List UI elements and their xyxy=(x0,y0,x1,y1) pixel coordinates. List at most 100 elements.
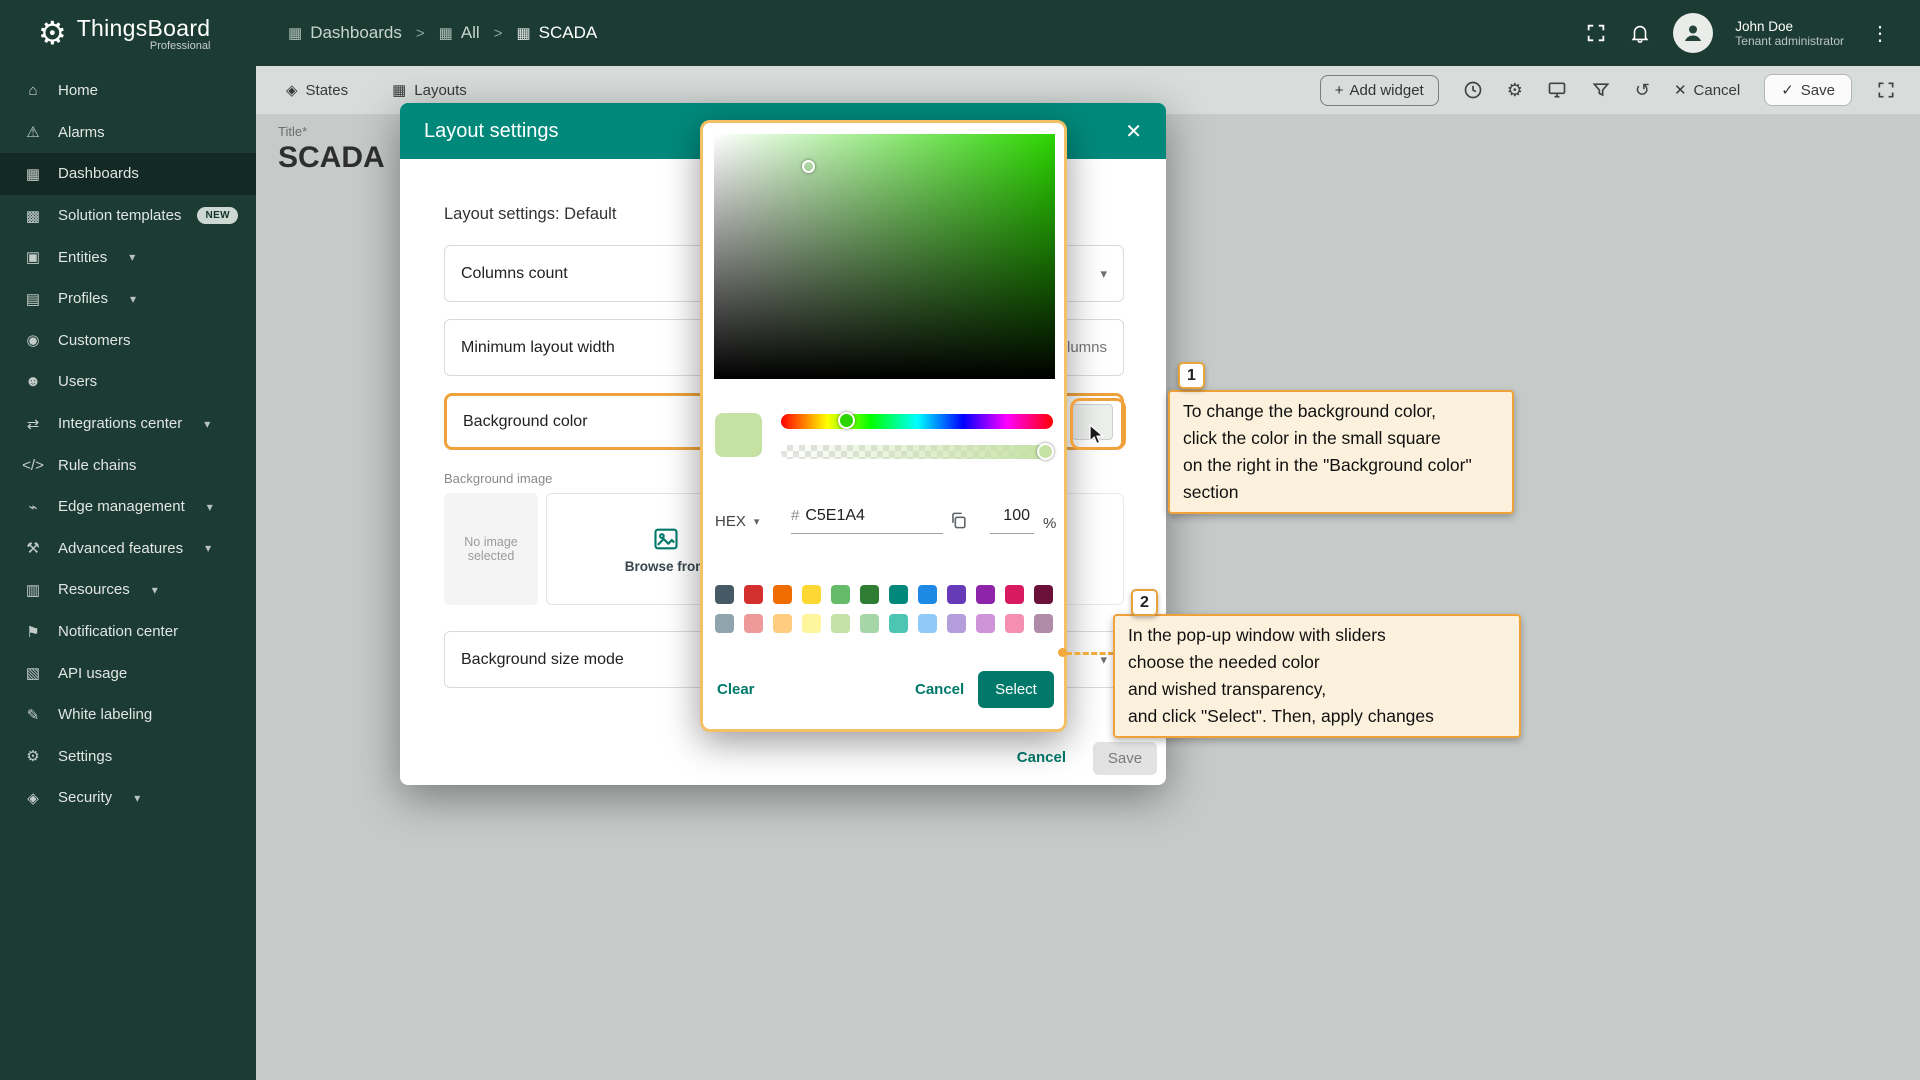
plus-icon: + xyxy=(1335,82,1344,99)
chevron-down-icon: ▾ xyxy=(130,292,136,306)
alpha-gradient xyxy=(781,445,1053,459)
hue-slider[interactable] xyxy=(781,414,1053,429)
dashboards-icon: ▦ xyxy=(22,165,44,183)
sidebar-item-white-labeling[interactable]: ✎White labeling xyxy=(0,694,256,736)
entity-aliases-monitor-icon[interactable] xyxy=(1547,80,1567,100)
step-1-callout: To change the background color, click th… xyxy=(1168,390,1514,514)
sidebar-item-notification-center[interactable]: ⚑Notification center xyxy=(0,611,256,653)
swatch-row-1 xyxy=(715,585,1053,604)
toolbar-fullscreen-icon[interactable] xyxy=(1876,80,1896,100)
dashed-connector xyxy=(1066,652,1114,655)
user-avatar[interactable] xyxy=(1673,13,1713,53)
color-swatch[interactable] xyxy=(860,585,879,604)
picker-select-button[interactable]: Select xyxy=(978,671,1054,708)
filters-icon[interactable] xyxy=(1591,80,1611,100)
dashboard-settings-gear-icon[interactable]: ⚙ xyxy=(1507,80,1523,101)
color-picker-popup: HEX ▾ # % xyxy=(700,120,1067,732)
dashboards-icon: ▦ xyxy=(288,24,302,42)
color-swatch[interactable] xyxy=(976,585,995,604)
sidebar-item-advanced-features[interactable]: ⚒Advanced features▾ xyxy=(0,528,256,570)
color-swatch[interactable] xyxy=(831,614,850,633)
color-swatch[interactable] xyxy=(889,585,908,604)
breadcrumb-scada[interactable]: ▦ SCADA xyxy=(516,23,597,43)
sidebar-item-entities[interactable]: ▣Entities▾ xyxy=(0,236,256,278)
color-swatch[interactable] xyxy=(744,585,763,604)
alpha-slider-handle[interactable] xyxy=(1037,443,1054,460)
sidebar-item-api-usage[interactable]: ▧API usage xyxy=(0,652,256,694)
sidebar-item-home[interactable]: ⌂Home xyxy=(0,70,256,112)
breadcrumb-dashboards[interactable]: ▦ Dashboards xyxy=(288,23,402,43)
sidebar-item-users[interactable]: ☻Users xyxy=(0,361,256,403)
copy-icon[interactable] xyxy=(949,511,968,533)
hex-format-dropdown[interactable]: HEX ▾ xyxy=(715,513,759,530)
color-swatch[interactable] xyxy=(831,585,850,604)
sidebar-item-security[interactable]: ◈Security▾ xyxy=(0,777,256,819)
toolbar-cancel-button[interactable]: ✕Cancel xyxy=(1674,81,1740,99)
color-swatch[interactable] xyxy=(802,585,821,604)
color-swatch[interactable] xyxy=(744,614,763,633)
entities-icon: ▣ xyxy=(22,248,44,266)
breadcrumb-all[interactable]: ▦ All xyxy=(439,23,480,43)
sidebar-item-solution-templates[interactable]: ▩Solution templatesNEW xyxy=(0,195,256,237)
color-swatch[interactable] xyxy=(773,585,792,604)
dialog-save-button[interactable]: Save xyxy=(1093,742,1157,775)
picker-cancel-button[interactable]: Cancel xyxy=(915,681,964,698)
color-swatch[interactable] xyxy=(860,614,879,633)
profiles-icon: ▤ xyxy=(22,290,44,308)
sidebar-item-resources[interactable]: ▥Resources▾ xyxy=(0,569,256,611)
close-icon[interactable]: ✕ xyxy=(1125,119,1142,144)
hex-input[interactable] xyxy=(805,507,915,525)
timewindow-clock-icon[interactable] xyxy=(1463,80,1483,100)
topbar-right: John Doe Tenant administrator ⋮ xyxy=(1585,13,1920,53)
color-swatch[interactable] xyxy=(715,614,734,633)
user-role: Tenant administrator xyxy=(1735,34,1844,48)
notifications-bell-icon[interactable] xyxy=(1629,22,1651,44)
color-swatch[interactable] xyxy=(947,585,966,604)
color-swatch[interactable] xyxy=(947,614,966,633)
background-image-label: Background image xyxy=(444,471,552,486)
sidebar-item-profiles[interactable]: ▤Profiles▾ xyxy=(0,278,256,320)
sidebar-item-rule-chains[interactable]: </>Rule chains xyxy=(0,444,256,486)
color-swatch[interactable] xyxy=(802,614,821,633)
color-swatch[interactable] xyxy=(773,614,792,633)
saturation-area[interactable] xyxy=(714,134,1055,379)
add-widget-button[interactable]: +Add widget xyxy=(1320,75,1439,106)
sidebar-item-settings[interactable]: ⚙Settings xyxy=(0,736,256,778)
color-swatch[interactable] xyxy=(918,614,937,633)
hue-slider-handle[interactable] xyxy=(838,412,855,429)
new-badge: NEW xyxy=(197,207,238,224)
color-swatch[interactable] xyxy=(1034,585,1053,604)
states-button[interactable]: ◈States xyxy=(286,81,348,99)
sidebar-item-customers[interactable]: ◉Customers xyxy=(0,320,256,362)
customers-icon: ◉ xyxy=(22,331,44,349)
step-2-badge: 2 xyxy=(1131,589,1158,616)
sidebar-item-integrations-center[interactable]: ⇄Integrations center▾ xyxy=(0,403,256,445)
sidebar-item-alarms[interactable]: ⚠Alarms xyxy=(0,112,256,154)
color-swatch[interactable] xyxy=(715,585,734,604)
color-swatch[interactable] xyxy=(1005,614,1024,633)
color-swatch[interactable] xyxy=(976,614,995,633)
alpha-input[interactable] xyxy=(990,507,1030,525)
chevron-down-icon: ▾ xyxy=(205,541,211,555)
dialog-cancel-button[interactable]: Cancel xyxy=(1017,749,1066,766)
sidebar-item-edge-management[interactable]: ⌁Edge management▾ xyxy=(0,486,256,528)
version-history-icon[interactable]: ↺ xyxy=(1635,80,1650,101)
layouts-button[interactable]: ▦Layouts xyxy=(392,81,467,99)
color-swatch[interactable] xyxy=(889,614,908,633)
color-swatch[interactable] xyxy=(918,585,937,604)
logo-text: ThingsBoard Professional xyxy=(77,15,211,52)
toolbar-save-button[interactable]: ✓Save xyxy=(1764,74,1852,106)
sidebar-item-dashboards[interactable]: ▦Dashboards xyxy=(0,153,256,195)
breadcrumb-label: SCADA xyxy=(539,23,598,43)
color-swatch[interactable] xyxy=(1034,614,1053,633)
kebab-menu-icon[interactable]: ⋮ xyxy=(1866,21,1894,46)
selected-color-preview xyxy=(715,413,762,457)
picker-clear-button[interactable]: Clear xyxy=(717,681,755,698)
alpha-slider[interactable] xyxy=(781,445,1053,459)
users-icon: ☻ xyxy=(22,373,44,390)
saturation-marker[interactable] xyxy=(802,160,815,173)
color-swatch[interactable] xyxy=(1005,585,1024,604)
logo-title: ThingsBoard xyxy=(77,15,211,42)
thingsboard-logo[interactable]: ⚙ ThingsBoard Professional xyxy=(0,15,256,52)
fullscreen-icon[interactable] xyxy=(1585,22,1607,44)
